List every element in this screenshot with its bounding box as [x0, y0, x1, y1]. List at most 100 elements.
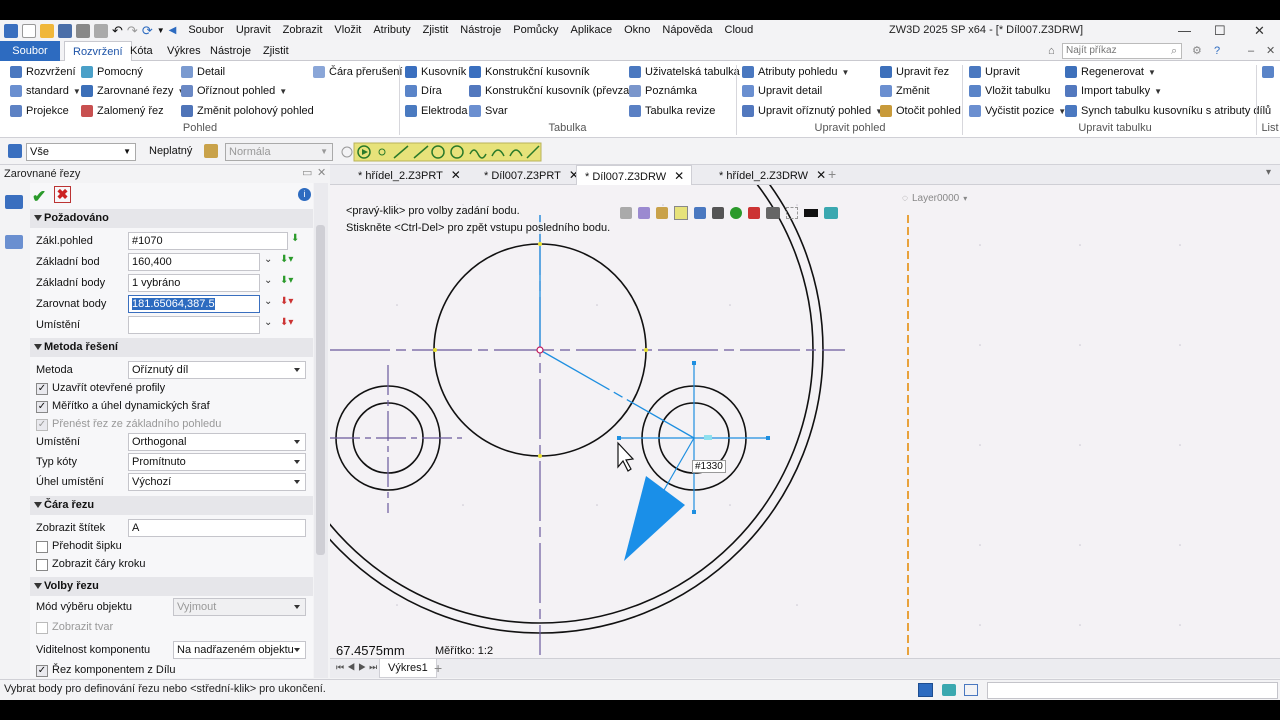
section-metoda[interactable]: Metoda řešení	[30, 338, 313, 357]
search-icon[interactable]: ⌕	[1163, 41, 1185, 61]
add-sheet-icon[interactable]: +	[434, 660, 442, 676]
list-button[interactable]	[1262, 63, 1274, 81]
pick-align-points-icon[interactable]: ⬇▾	[280, 296, 293, 307]
line-color-icon[interactable]	[804, 209, 818, 217]
pick-point-icon[interactable]: ⬇▾	[280, 254, 293, 265]
upravit-detail-button[interactable]: Upravit detail	[742, 82, 822, 100]
tab-zjistit[interactable]: Zjistit	[255, 41, 297, 61]
tab-list-icon[interactable]: ▾	[1266, 167, 1271, 178]
vlozit-tabulku-button[interactable]: Vložit tabulku	[969, 82, 1050, 100]
oriznout-pohled-button[interactable]: Oříznout pohled ▼	[181, 82, 287, 100]
magic-icon[interactable]	[694, 207, 706, 219]
menu-napoveda[interactable]: Nápověda	[656, 20, 718, 41]
open-folder-icon[interactable]	[40, 23, 54, 38]
doc-tab-hridel-prt[interactable]: * hřídel_2.Z3PRT ✕	[350, 165, 474, 185]
grip-handle-top[interactable]	[692, 361, 696, 365]
command-icon[interactable]	[5, 195, 23, 209]
close-tab-icon[interactable]: ✕	[816, 168, 826, 182]
render-icon[interactable]	[730, 207, 742, 219]
atributy-pohledu-button[interactable]: Atributy pohledu ▼	[742, 63, 849, 81]
maximize-icon[interactable]: ☐	[1214, 20, 1226, 41]
cara-preruseni-button[interactable]: Čára přerušení	[313, 63, 402, 81]
arrow-leader-line[interactable]	[659, 437, 695, 498]
zmenit-button[interactable]: Změnit	[880, 82, 930, 100]
quadrant-point[interactable]	[538, 454, 542, 458]
menu-aplikace[interactable]: Aplikace	[565, 20, 619, 41]
close-tab-icon[interactable]: ✕	[451, 168, 461, 182]
vycistit-pozice-button[interactable]: Vyčistit pozice ▼	[969, 102, 1066, 120]
section-volby-rezu[interactable]: Volby řezu	[30, 577, 313, 596]
menu-atributy[interactable]: Atributy	[367, 20, 416, 41]
ok-check-icon[interactable]: ✔	[32, 187, 46, 207]
quadrant-point[interactable]	[433, 348, 437, 352]
undo-icon[interactable]: ↶	[112, 23, 123, 39]
menu-okno[interactable]: Okno	[618, 20, 656, 41]
filter-icon[interactable]	[8, 144, 22, 158]
layer-selector[interactable]: ◌ Layer0000 ▾	[902, 190, 967, 206]
grip-handle-bottom[interactable]	[692, 510, 696, 514]
menu-cloud[interactable]: Cloud	[719, 20, 760, 41]
expand-chevron-icon[interactable]: ⌄	[264, 275, 272, 286]
status-monitor-icon[interactable]	[942, 684, 956, 696]
umisteni-field[interactable]	[128, 316, 260, 334]
brush-icon[interactable]	[656, 207, 668, 219]
drawing-canvas[interactable]: <pravý-klik> pro volby zadání bodu. Stis…	[330, 185, 1280, 663]
rozvrzeni-button[interactable]: Rozvržení	[10, 63, 76, 81]
panel-scrollbar-thumb[interactable]	[316, 225, 325, 555]
prehodit-sipku-checkbox[interactable]	[36, 541, 48, 553]
zalomeny-rez-button[interactable]: Zalomený řez	[81, 102, 164, 120]
prenest-checkbox[interactable]: ✓	[36, 419, 48, 431]
section-pozadovano[interactable]: Požadováno	[30, 209, 313, 228]
zobrazit-stitek-field[interactable]: A	[128, 519, 306, 537]
dimension-icon[interactable]	[748, 207, 760, 219]
tab-soubor[interactable]: Soubor	[0, 41, 60, 61]
back-icon[interactable]	[620, 207, 632, 219]
dropdown-arrow-icon[interactable]: ▼	[157, 26, 165, 35]
new-file-icon[interactable]	[22, 23, 36, 38]
regenerovat-button[interactable]: Regenerovat ▼	[1065, 63, 1156, 81]
home-icon[interactable]: ⌂	[1040, 41, 1063, 61]
expand-chevron-icon[interactable]: ⌄	[264, 254, 272, 265]
zakladni-body-field[interactable]: 1 vybráno	[128, 274, 260, 292]
uzivatelska-tabulka-button[interactable]: Uživatelská tabulka	[629, 63, 740, 81]
menu-soubor[interactable]: Soubor	[182, 20, 229, 41]
konstrukcni-kusovnik-prevzaty-button[interactable]: Konstrukční kusovník (převzatý)	[469, 82, 642, 100]
menu-pomucky[interactable]: Pomůcky	[507, 20, 564, 41]
doc-tab-dil-drw[interactable]: * Díl007.Z3DRW ✕	[576, 165, 692, 185]
collapse-arrow-icon[interactable]: ◀	[169, 25, 177, 36]
menu-upravit[interactable]: Upravit	[230, 20, 277, 41]
minimize-icon[interactable]: —	[1178, 20, 1191, 41]
quadrant-point[interactable]	[644, 348, 648, 352]
menu-zjistit[interactable]: Zjistit	[417, 20, 455, 41]
detail-button[interactable]: Detail	[181, 63, 225, 81]
upravit-rez-button[interactable]: Upravit řez	[880, 63, 949, 81]
pick-points-icon[interactable]: ⬇▾	[280, 275, 293, 286]
zakl-pohled-field[interactable]: #1070	[128, 232, 288, 250]
drawing-svg[interactable]	[330, 185, 1280, 663]
view-manager-icon[interactable]	[5, 235, 23, 249]
menu-vlozit[interactable]: Vložit	[328, 20, 367, 41]
section-line-diagonal[interactable]	[539, 349, 695, 439]
filter-select[interactable]: Vše ▼	[26, 143, 136, 161]
pick-icon[interactable]	[204, 144, 218, 158]
save-icon[interactable]	[58, 23, 72, 38]
uhel-umisteni-select[interactable]: Výchozí	[128, 473, 306, 491]
sheet-tab-vykres1[interactable]: Výkres1	[379, 659, 437, 678]
redo-icon[interactable]: ↷	[127, 23, 138, 39]
snap-settings-icon[interactable]	[341, 146, 353, 158]
grip-handle-right[interactable]	[766, 436, 770, 440]
tab-kota[interactable]: Kóta	[122, 41, 161, 61]
synch-tabulku-button[interactable]: Synch tabulku kusovníku s atributy dílů	[1065, 102, 1271, 120]
panel-close-icon[interactable]: ✕	[317, 166, 326, 179]
zarovnat-body-field[interactable]: 181.65064,387.5	[128, 295, 260, 313]
zakladni-bod-field[interactable]: 160,400	[128, 253, 260, 271]
zarovnane-rezy-button[interactable]: Zarovnané řezy▼	[81, 82, 185, 100]
doc-tab-dil-prt[interactable]: * Díl007.Z3PRT ✕	[476, 165, 579, 185]
pick-location-icon[interactable]: ⬇▾	[280, 317, 293, 328]
kusovnik-button[interactable]: Kusovník	[405, 63, 466, 81]
app-logo-icon[interactable]	[4, 23, 18, 38]
normal-select[interactable]: Normála ▼	[225, 143, 333, 161]
outer-gear-circle[interactable]	[330, 185, 824, 634]
menu-zobrazit[interactable]: Zobrazit	[277, 20, 329, 41]
meritko-checkbox[interactable]: ✓	[36, 401, 48, 413]
